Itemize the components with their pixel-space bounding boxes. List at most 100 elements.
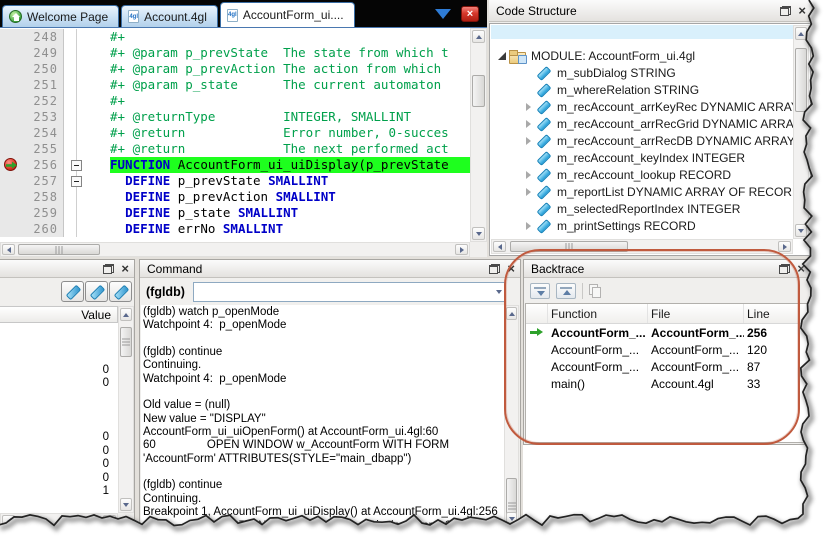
scroll-right-icon[interactable] [103,515,116,526]
tree-item[interactable]: m_recAccount_arrRecDB DYNAMIC ARRAY O [491,132,793,149]
code-structure-tree[interactable]: MODULE: AccountForm_ui.4glm_subDialog ST… [489,23,811,256]
code-line[interactable]: 252#+ [0,93,470,109]
editor-vertical-scrollbar[interactable] [470,28,487,242]
scroll-up-icon[interactable] [120,308,132,321]
watch-value-cell[interactable]: 0 [0,445,118,459]
tree-selected-row[interactable] [491,25,793,39]
editor-tab[interactable]: Welcome Page [2,5,119,27]
command-input[interactable] [194,283,504,301]
watch-horizontal-scrollbar[interactable] [0,513,118,528]
watch-value-cell[interactable]: 0 [0,458,118,472]
editor-tab[interactable]: 4glAccount.4gl [121,5,218,27]
scroll-left-icon[interactable] [2,515,15,526]
code-cell[interactable]: DEFINE errNo SMALLINT [84,221,470,237]
edit-watch-button[interactable] [109,281,132,302]
tree-vertical-scrollbar[interactable] [793,25,809,239]
edit-watch-button[interactable] [61,281,84,302]
expand-icon[interactable] [521,188,535,196]
watch-value-cell[interactable]: 0 [0,364,118,378]
code-line[interactable]: 259 DEFINE p_state SMALLINT [0,205,470,221]
watch-value-cell[interactable] [0,391,118,405]
code-cell[interactable]: #+ @return The next performed act [84,141,470,157]
code-line[interactable]: 248#+ [0,29,470,45]
expand-icon[interactable] [521,137,535,145]
command-input-combobox[interactable] [193,282,505,302]
code-line[interactable]: 254#+ @return Error number, 0-succes [0,125,470,141]
watch-value-cell[interactable] [0,323,118,337]
scroll-right-icon[interactable] [455,244,468,255]
close-icon[interactable]: × [798,6,806,16]
scroll-up-icon[interactable] [472,30,485,43]
expand-icon[interactable] [521,171,535,179]
code-cell[interactable]: DEFINE p_prevAction SMALLINT [84,189,470,205]
code-line[interactable]: 260 DEFINE errNo SMALLINT [0,221,470,237]
code-cell[interactable]: #+ @param p_state The current automaton [84,77,470,93]
tree-item[interactable]: MODULE: AccountForm_ui.4gl [491,47,793,64]
code-cell[interactable]: #+ @returnType INTEGER, SMALLINT [84,109,470,125]
code-cell[interactable]: DEFINE p_prevState SMALLINT [84,173,470,189]
editor-tab[interactable]: 4glAccountForm_ui.... [220,2,355,27]
code-area[interactable]: 248#+249#+ @param p_prevState The state … [0,29,470,242]
scroll-down-icon[interactable] [795,224,807,237]
scrollbar-thumb[interactable] [120,327,132,357]
tree-item[interactable]: m_recAccount_arrRecGrid DYNAMIC ARRAY ( [491,115,793,132]
chevron-down-icon[interactable] [496,290,502,294]
tree-item[interactable]: m_recAccount_keyIndex INTEGER [491,149,793,166]
code-cell[interactable]: #+ [84,93,470,109]
watch-values-list[interactable]: 0000001 [0,323,118,513]
watch-value-cell[interactable]: 1 [0,485,118,499]
watch-value-cell[interactable] [0,337,118,351]
watch-value-cell[interactable]: 0 [0,377,118,391]
tree-item[interactable]: m_selectedReportIndex INTEGER [491,200,793,217]
scrollbar-thumb[interactable] [795,48,807,112]
float-panel-icon[interactable] [103,264,114,274]
scroll-right-icon[interactable] [778,241,791,252]
code-cell[interactable]: DEFINE p_state SMALLINT [84,205,470,221]
breakpoint-current-line-icon[interactable] [4,158,17,171]
float-panel-icon[interactable] [780,6,791,16]
code-line[interactable]: 250#+ @param p_prevAction The action fro… [0,61,470,77]
watch-value-cell[interactable] [0,350,118,364]
close-icon[interactable]: × [797,264,805,274]
watch-vertical-scrollbar[interactable] [118,306,134,513]
tree-item[interactable]: m_reportList DYNAMIC ARRAY OF RECORD [491,183,793,200]
tree-item[interactable]: m_printSettings RECORD [491,217,793,234]
collapse-icon[interactable] [495,52,509,60]
value-column-header[interactable]: Value [0,306,118,323]
fold-toggle[interactable] [71,160,82,171]
scroll-up-icon[interactable] [795,27,807,40]
scroll-left-icon[interactable] [493,241,506,252]
close-icon[interactable]: × [121,264,129,274]
watch-value-cell[interactable]: 0 [0,472,118,486]
code-line[interactable]: 251#+ @param p_state The current automat… [0,77,470,93]
watch-value-cell[interactable] [0,404,118,418]
code-line[interactable]: 256FUNCTION AccountForm_ui_uiDisplay(p_p… [0,157,470,173]
scrollbar-thumb[interactable] [472,75,485,107]
expand-icon[interactable] [521,120,535,128]
scroll-down-icon[interactable] [472,227,485,240]
editor-horizontal-scrollbar[interactable] [0,242,470,257]
scroll-left-icon[interactable] [2,244,15,255]
code-line[interactable]: 255#+ @return The next performed act [0,141,470,157]
tab-list-dropdown-icon[interactable] [435,9,451,19]
code-editor[interactable]: 248#+249#+ @param p_prevState The state … [0,27,487,257]
float-panel-icon[interactable] [489,264,500,274]
code-line[interactable]: 249#+ @param p_prevState The state from … [0,45,470,61]
expand-icon[interactable] [521,103,535,111]
code-cell[interactable]: FUNCTION AccountForm_ui_uiDisplay(p_prev… [84,157,470,173]
watch-value-cell[interactable] [0,418,118,432]
code-line[interactable]: 258 DEFINE p_prevAction SMALLINT [0,189,470,205]
code-cell[interactable]: #+ @param p_prevAction The action from w… [84,61,470,77]
tree-item[interactable]: m_subDialog STRING [491,64,793,81]
watch-value-cell[interactable]: 0 [0,431,118,445]
edit-watch-button[interactable] [85,281,108,302]
code-cell[interactable]: #+ [84,29,470,45]
expand-icon[interactable] [521,222,535,230]
close-document-button[interactable]: × [461,6,479,22]
code-line[interactable]: 253#+ @returnType INTEGER, SMALLINT [0,109,470,125]
scrollbar-thumb[interactable] [18,244,100,255]
tree-item[interactable]: m_whereRelation STRING [491,81,793,98]
scroll-down-icon[interactable] [120,498,132,511]
tree-item[interactable]: m_recAccount_arrKeyRec DYNAMIC ARRAY C [491,98,793,115]
fold-toggle[interactable] [71,176,82,187]
